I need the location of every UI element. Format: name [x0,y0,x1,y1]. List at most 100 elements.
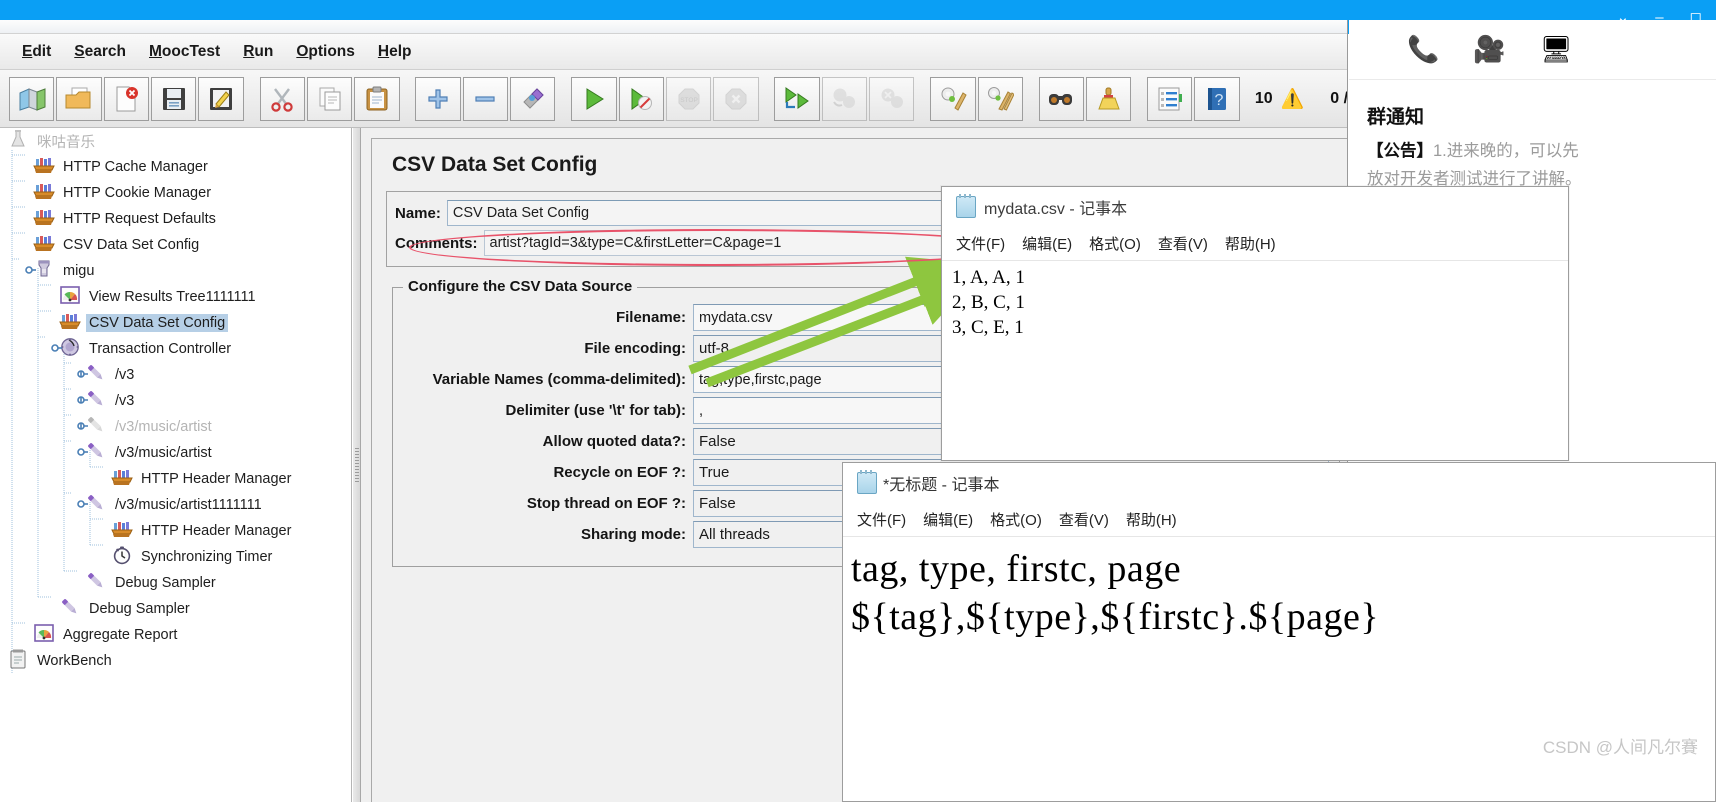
expand-all-button[interactable] [415,76,461,121]
toolbar: STOP ? 10 ⚠️ 0 / [0,70,1347,128]
tree-node[interactable]: Debug Sampler [0,570,351,596]
tree-expand-handle-open[interactable] [24,264,38,279]
tree-node[interactable]: /v3/music/artist [0,414,351,440]
split-pane-divider[interactable] [352,128,361,802]
notepad1-menu-item[interactable]: 文件(F) [956,233,1005,254]
notepad1-menu-item[interactable]: 帮助(H) [1225,233,1276,254]
notepad2-menu-item[interactable]: 编辑(E) [923,509,973,530]
tree-node[interactable]: /v3 [0,388,351,414]
tree-node[interactable]: WorkBench [0,648,351,674]
tree-node-label: View Results Tree1111111 [89,289,256,305]
tree-node[interactable]: Aggregate Report [0,622,351,648]
save-as-button[interactable] [198,76,244,121]
tree-node-label: /v3/music/artist1111111 [115,497,262,513]
function-helper-button[interactable] [1147,76,1193,121]
tree-node-label: Synchronizing Timer [141,549,273,565]
test-plan-tree[interactable]: 咪咕音乐 HTTP Cache Manager HTTP Cookie Manage… [0,128,352,802]
screen-share-icon[interactable]: 🖥 [1540,34,1573,65]
http-sampler-icon [84,570,108,596]
tree-node[interactable]: /v3/music/artist [0,440,351,466]
cut-button[interactable] [259,76,305,121]
notice-line-bold: 【公告】 [1367,142,1433,160]
notepad2-text-area[interactable]: tag, type, firstc, page ${tag},${type},$… [843,537,1715,641]
notepad2-titlebar: *无标题 - 记事本 [843,463,1715,503]
tree-expand-handle-open[interactable] [76,446,90,461]
tree-node[interactable]: migu [0,258,351,284]
copy-button[interactable] [306,76,353,121]
tree-expand-handle-closed[interactable] [76,394,90,409]
http-sampler-icon [58,596,82,622]
tree-node[interactable]: HTTP Header Manager [0,518,351,544]
video-icon[interactable]: 🎥 [1473,34,1505,65]
tree-node-label: migu [63,263,95,279]
config-element-icon [32,156,56,178]
group-title: Configure the CSV Data Source [403,278,638,295]
notepad2-menu-item[interactable]: 查看(V) [1059,509,1109,530]
close-button[interactable] [103,76,150,121]
config-element-icon [110,520,134,542]
save-button[interactable] [151,76,197,121]
collapse-all-button[interactable] [462,76,509,121]
tree-node[interactable]: /v3 [0,362,351,388]
notepad2-menu-item[interactable]: 帮助(H) [1126,509,1177,530]
menu-help[interactable]: Help [368,39,422,65]
config-element-icon [110,468,134,490]
menu-search[interactable]: Search [64,39,136,65]
tree-node[interactable]: View Results Tree1111111 [0,284,351,310]
menu-mooctest[interactable]: MoocTest [139,39,230,65]
tree-expand-handle-open[interactable] [76,498,90,513]
start-button[interactable] [571,76,617,121]
tree-expand-handle-open[interactable] [50,342,64,357]
csv-field-label: Stop thread on EOF ?: [526,495,686,512]
tree-node-label: Aggregate Report [63,627,178,643]
search-button[interactable] [1038,76,1084,121]
tree-node[interactable]: HTTP Cache Manager [0,154,351,180]
shutdown-button [713,76,759,121]
clear-all-button[interactable] [977,76,1023,121]
warning-count: 10 [1254,89,1273,107]
notepad1-text-area[interactable]: 1, A, A, 1 2, B, C, 1 3, C, E, 1 [942,261,1568,344]
config-element-icon [32,234,56,256]
tree-node[interactable]: Debug Sampler [0,596,351,622]
listener-icon [58,286,82,308]
tree-node[interactable]: HTTP Request Defaults [0,206,351,232]
tree-node[interactable]: Transaction Controller [0,336,351,362]
toggle-button[interactable] [510,76,556,121]
comments-label: Comments: [395,234,478,252]
tree-node[interactable]: /v3/music/artist1111111 [0,492,351,518]
help-button[interactable]: ? [1194,76,1240,121]
tree-node[interactable]: Synchronizing Timer [0,544,351,570]
start-no-timers-button[interactable] [618,76,664,121]
notepad-window-mydata-csv[interactable]: mydata.csv - 记事本 文件(F) 编辑(E) 格式(O) 查看(V) 帮助(… [941,186,1569,461]
menu-options[interactable]: Options [286,39,365,65]
menu-bar: Edit Search MoocTest Run Options Help [0,34,1347,70]
tree-expand-handle-closed[interactable] [76,368,90,383]
notepad2-menu-item[interactable]: 格式(O) [990,509,1042,530]
config-element-icon [32,208,56,230]
new-test-plan-button[interactable] [9,76,55,121]
notepad-icon [956,194,976,218]
warning-icon: ⚠️ [1280,88,1305,110]
open-button[interactable] [56,76,102,121]
phone-icon[interactable]: 📞 [1407,34,1439,65]
menu-edit[interactable]: Edit [12,39,61,65]
tree-node[interactable]: CSV Data Set Config [0,310,351,336]
page-title: CSV Data Set Config [392,153,598,176]
paste-button[interactable] [354,76,400,121]
notepad1-menu-item[interactable]: 格式(O) [1089,233,1141,254]
tree-node[interactable]: 咪咕音乐 [0,128,351,154]
notepad1-menu-item[interactable]: 查看(V) [1158,233,1208,254]
menu-run[interactable]: Run [233,39,283,65]
tree-node[interactable]: HTTP Header Manager [0,466,351,492]
tree-node[interactable]: CSV Data Set Config [0,232,351,258]
clear-button[interactable] [930,76,976,121]
tree-node[interactable]: HTTP Cookie Manager [0,180,351,206]
notepad2-menu-item[interactable]: 文件(F) [857,509,906,530]
tree-node-label: CSV Data Set Config [86,314,229,332]
notepad1-menu-item[interactable]: 编辑(E) [1022,233,1072,254]
start-remote-all-button[interactable] [774,76,820,121]
tree-node-label: /v3/music/artist [115,419,212,435]
config-element-icon [32,182,56,204]
csv-field-label: Filename: [615,309,686,326]
search-reset-button[interactable] [1086,76,1132,121]
